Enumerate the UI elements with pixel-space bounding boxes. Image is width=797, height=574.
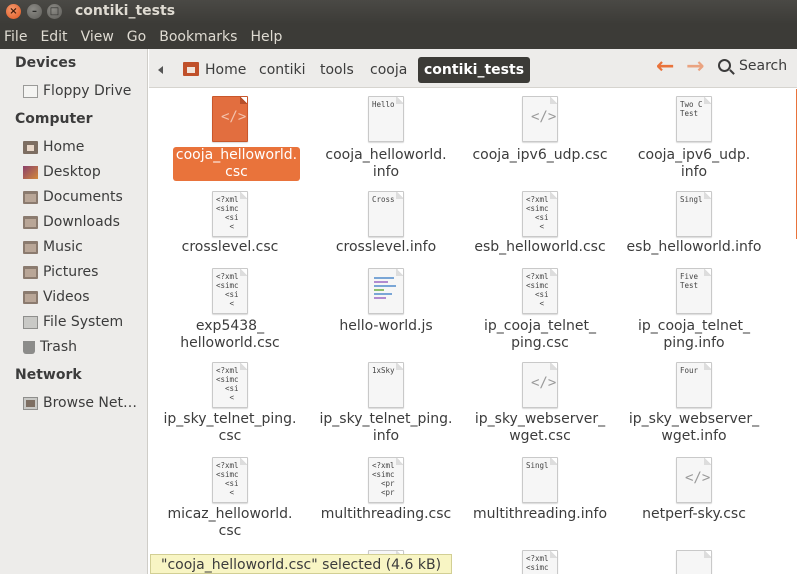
floppy-drive-icon — [23, 84, 38, 98]
sidebar-item-label: Desktop — [43, 164, 101, 180]
sidebar-item-label: Downloads — [43, 214, 120, 230]
text-file-icon: <?xml <simc <pr <pr — [368, 457, 404, 503]
menu-bar: File Edit View Go Bookmarks Help — [0, 24, 797, 49]
xml-file-icon: </> — [676, 457, 712, 503]
videos-folder-icon — [23, 290, 38, 304]
file-grid: </> cooja_helloworld. csc Hello cooja_hel… — [149, 89, 797, 574]
scroll-left-icon[interactable] — [158, 66, 163, 74]
breadcrumb-home[interactable]: Home — [177, 57, 252, 83]
menu-view[interactable]: View — [81, 29, 114, 45]
documents-folder-icon — [23, 190, 38, 204]
back-arrow-icon[interactable]: ← — [656, 56, 674, 78]
sidebar-header-devices: Devices — [15, 55, 77, 71]
sidebar-item-floppy-drive[interactable]: Floppy Drive — [23, 81, 145, 101]
status-selection: "cooja_helloworld.csc" selected (4.6 kB) — [150, 554, 453, 574]
sidebar-item-videos[interactable]: Videos — [23, 287, 145, 307]
xml-file-icon: </> — [522, 362, 558, 408]
xml-file-icon: </> — [212, 96, 248, 142]
music-folder-icon — [23, 240, 38, 254]
menu-go[interactable]: Go — [127, 29, 146, 45]
sidebar-item-label: Music — [43, 239, 83, 255]
breadcrumb-tools[interactable]: tools — [314, 57, 360, 83]
text-file-icon: <?xml <simc — [522, 550, 558, 574]
text-file-icon: Singl — [676, 191, 712, 237]
sidebar-item-label: Browse Net… — [43, 395, 138, 411]
search-button[interactable]: Search — [718, 58, 787, 74]
sidebar-item-browse-network[interactable]: Browse Net… — [23, 393, 145, 413]
window-title: contiki_tests — [75, 3, 176, 19]
sidebar-item-label: Home — [43, 139, 85, 155]
xml-file-icon: </> — [522, 96, 558, 142]
text-file-icon — [676, 550, 712, 574]
downloads-folder-icon — [23, 215, 38, 229]
sidebar-item-downloads[interactable]: Downloads — [23, 212, 145, 232]
hard-drive-icon — [23, 315, 38, 329]
text-file-icon: <?xml <simc <si < — [212, 268, 248, 314]
text-file-icon: Four — [676, 362, 712, 408]
text-file-icon: <?xml <simc <si < — [212, 457, 248, 503]
sidebar-item-label: Pictures — [43, 264, 99, 280]
text-file-icon: <?xml <simc <si < — [212, 362, 248, 408]
desktop-icon — [23, 165, 38, 179]
breadcrumb-contiki[interactable]: contiki — [253, 57, 312, 83]
breadcrumb-contiki-tests[interactable]: contiki_tests — [418, 57, 531, 83]
title-bar: × – □ contiki_tests — [0, 0, 797, 24]
sidebar-item-label: Trash — [40, 339, 77, 355]
sidebar-item-home[interactable]: Home — [23, 137, 145, 157]
javascript-file-icon — [368, 268, 404, 314]
sidebar-item-file-system[interactable]: File System — [23, 312, 145, 332]
breadcrumb-cooja[interactable]: cooja — [364, 57, 413, 83]
text-file-icon: Singl — [522, 457, 558, 503]
sidebar-item-documents[interactable]: Documents — [23, 187, 145, 207]
sidebar-item-label: Videos — [43, 289, 90, 305]
text-file-icon: Cross — [368, 191, 404, 237]
trash-icon — [23, 340, 35, 354]
text-file-icon: <?xml <simc <si < — [212, 191, 248, 237]
text-file-icon: <?xml <simc <si < — [522, 191, 558, 237]
search-icon — [718, 59, 731, 72]
text-file-icon: Five Test — [676, 268, 712, 314]
text-file-icon: 1xSky — [368, 362, 404, 408]
text-file-icon: Two C Test — [676, 96, 712, 142]
sidebar-header-computer: Computer — [15, 111, 93, 127]
text-file-icon: <?xml <simc <si < — [522, 268, 558, 314]
home-folder-icon — [23, 140, 38, 154]
sidebar-item-label: File System — [43, 314, 124, 330]
sidebar-item-pictures[interactable]: Pictures — [23, 262, 145, 282]
sidebar-item-trash[interactable]: Trash — [23, 337, 145, 357]
sidebar-item-desktop[interactable]: Desktop — [23, 162, 145, 182]
pictures-folder-icon — [23, 265, 38, 279]
menu-bookmarks[interactable]: Bookmarks — [159, 29, 237, 45]
menu-help[interactable]: Help — [250, 29, 282, 45]
sidebar-item-label: Floppy Drive — [43, 83, 132, 99]
close-window-button[interactable]: × — [6, 4, 21, 19]
maximize-window-button[interactable]: □ — [47, 4, 62, 19]
places-sidebar: Devices Floppy Drive Computer Home Deskt… — [0, 49, 148, 574]
sidebar-item-music[interactable]: Music — [23, 237, 145, 257]
text-file-icon: Hello — [368, 96, 404, 142]
sidebar-item-label: Documents — [43, 189, 123, 205]
home-icon — [183, 62, 199, 76]
sidebar-header-network: Network — [15, 367, 82, 383]
network-icon — [23, 396, 38, 410]
minimize-window-button[interactable]: – — [27, 4, 42, 19]
menu-edit[interactable]: Edit — [40, 29, 67, 45]
forward-arrow-icon[interactable]: → — [686, 56, 704, 78]
menu-file[interactable]: File — [4, 29, 27, 45]
